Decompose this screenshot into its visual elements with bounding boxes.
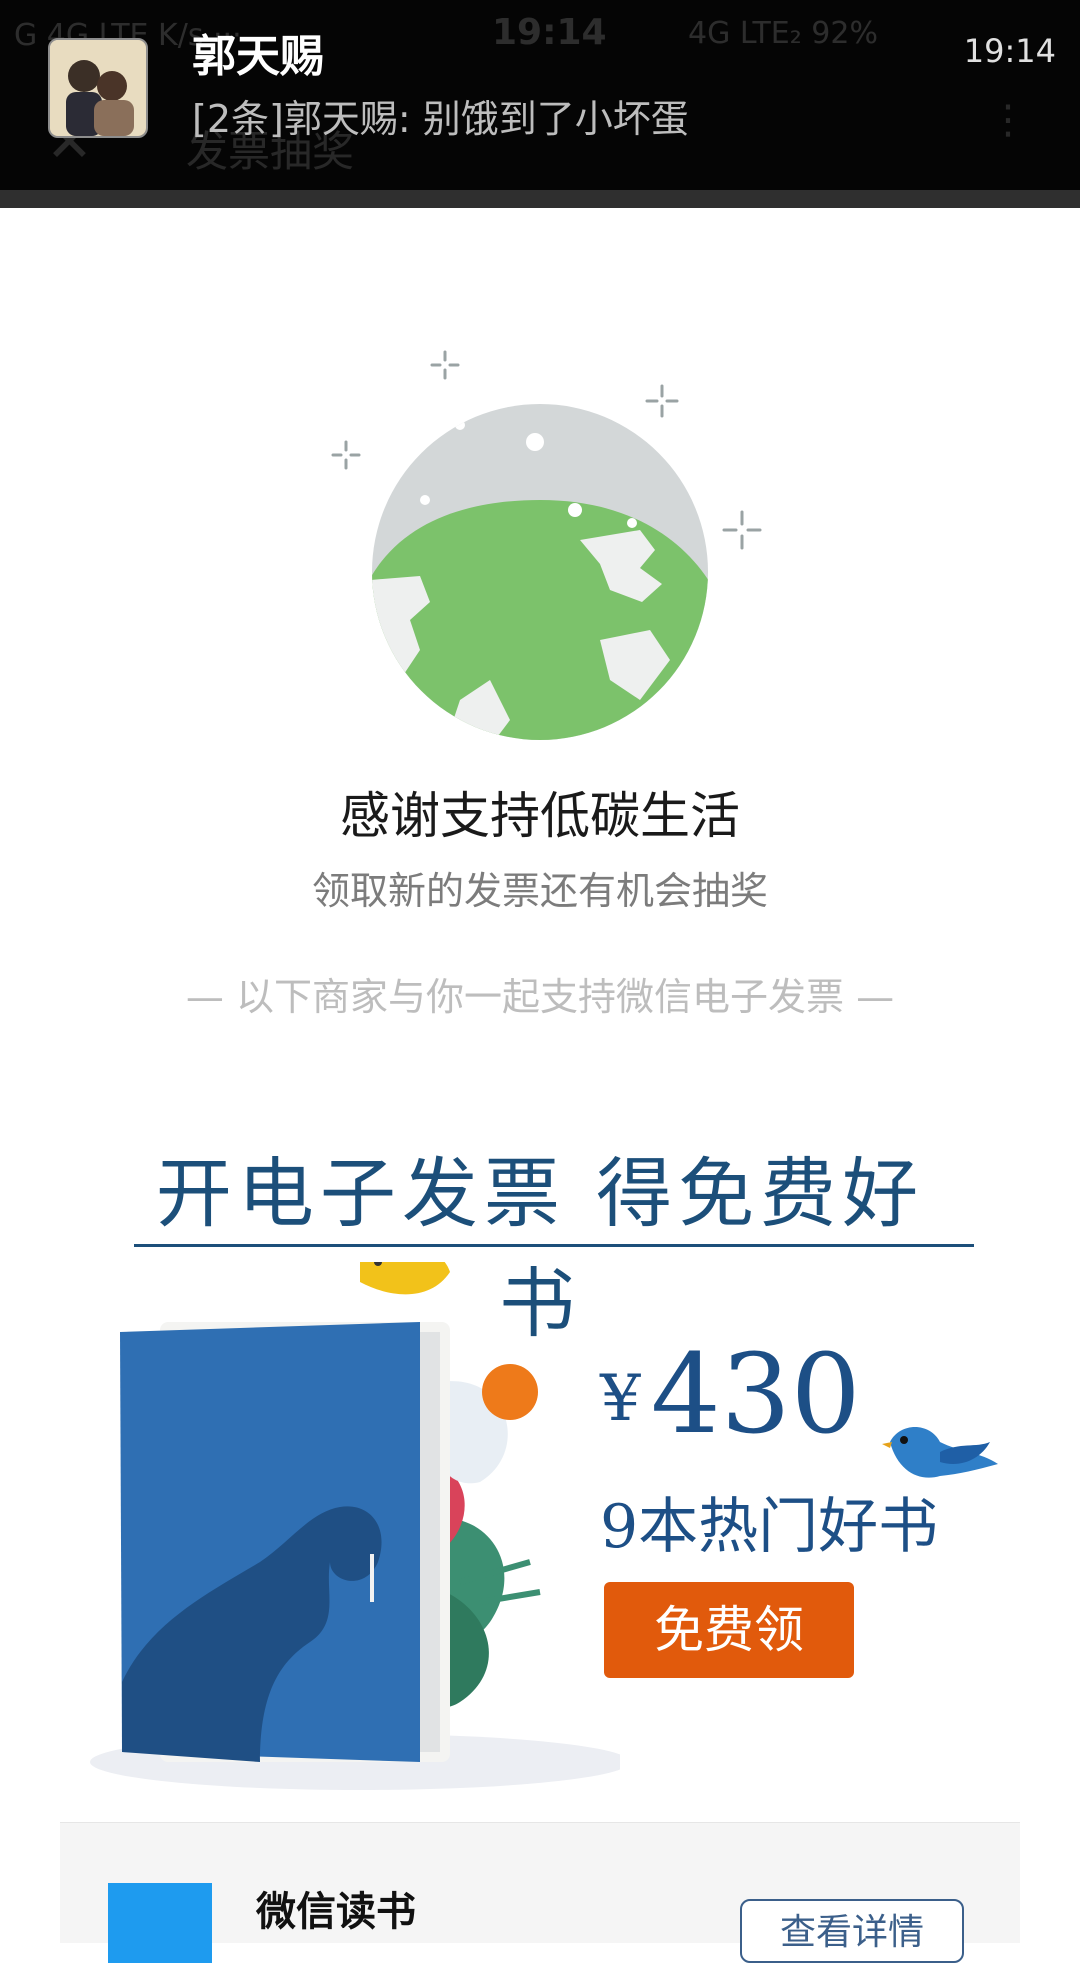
- merchant-divider: — 以下商家与你一起支持微信电子发票 —: [185, 975, 895, 1019]
- price-amount: 430: [650, 1330, 861, 1458]
- status-bar-ghost: G 4G LTE K/s ··· 19:14 4G LTE₂ 92%: [0, 0, 1080, 80]
- merchant-card[interactable]: 微信读书 查看详情: [60, 1822, 1020, 1963]
- book-illustration: [60, 1242, 630, 1802]
- claim-free-button[interactable]: 免费领: [604, 1582, 854, 1678]
- promo-price: ¥430: [600, 1330, 861, 1458]
- globe-icon: [331, 350, 762, 740]
- avatar-photo-icon: [50, 40, 146, 136]
- promo-title-rule: [134, 1244, 974, 1247]
- globe-illustration: [310, 340, 780, 760]
- promo-books-text: 9本热门好书: [600, 1492, 939, 1562]
- thanks-headline: 感谢支持低碳生活: [340, 787, 740, 845]
- notification-sender: 郭天赐: [192, 31, 324, 82]
- more-icon: ⋮: [988, 97, 1028, 143]
- price-currency: ¥: [600, 1362, 641, 1436]
- thanks-subline: 领取新的发票还有机会抽奖: [311, 869, 768, 913]
- app-bar-strip: [0, 190, 1080, 208]
- view-details-button[interactable]: 查看详情: [740, 1899, 964, 1963]
- avatar: [48, 38, 148, 138]
- status-time-ghost: 19:14: [492, 12, 607, 53]
- notification-time: 19:14: [963, 32, 1056, 70]
- status-right-ghost: 4G LTE₂ 92%: [688, 16, 878, 51]
- notification-message: [2条]郭天赐: 别饿到了小坏蛋: [192, 97, 689, 141]
- merchant-logo: [108, 1883, 212, 1963]
- merchant-name: 微信读书: [256, 1889, 416, 1935]
- book-icon: [90, 1242, 630, 1790]
- notification-banner[interactable]: G 4G LTE K/s ··· 19:14 4G LTE₂ 92% ✕ 发票抽…: [0, 0, 1080, 190]
- promo-banner[interactable]: 开电子发票 得免费好书 ¥430 9本热门好书 免费领: [60, 1072, 1010, 1810]
